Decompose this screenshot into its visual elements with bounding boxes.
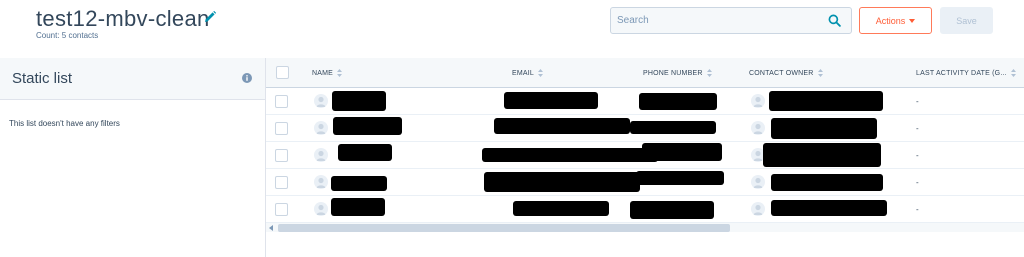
table-row[interactable]: - [266,115,1024,142]
search-icon[interactable] [828,14,841,27]
select-all-checkbox[interactable] [276,66,289,79]
table-row[interactable]: - [266,196,1024,223]
avatar [314,202,328,216]
sort-icon [337,69,343,77]
avatar [314,175,328,189]
last-activity-value: - [916,178,919,187]
row-checkbox[interactable] [275,176,288,189]
table-row[interactable]: - [266,142,1024,169]
owner-avatar [751,202,765,216]
panel-header: Static list [0,58,265,100]
last-activity-value: - [916,97,919,106]
redacted-email [504,92,598,109]
redacted-phone [630,121,716,134]
owner-avatar [751,94,765,108]
redacted-owner [769,91,883,111]
sort-icon [1010,69,1016,77]
no-filters-text: This list doesn't have any filters [9,119,120,128]
row-checkbox[interactable] [275,95,288,108]
actions-button[interactable]: Actions [859,7,932,34]
redacted-email [513,201,609,216]
redacted-email [484,172,640,192]
panel-title: Static list [12,70,73,87]
info-icon[interactable] [242,73,252,83]
pencil-icon[interactable] [203,10,217,24]
redacted-owner [771,118,877,139]
avatar [314,121,328,135]
redacted-name [333,117,402,135]
list-filters-panel: Static list This list doesn't have any f… [0,58,266,257]
contact-count: Count: 5 contacts [36,31,99,40]
scroll-left-arrow-icon[interactable] [269,225,273,231]
row-checkbox[interactable] [275,203,288,216]
redacted-owner [771,200,887,216]
last-activity-value: - [916,151,919,160]
scrollbar-thumb[interactable] [278,224,730,232]
column-header-last-activity[interactable]: LAST ACTIVITY DATE (G... [916,69,1016,77]
owner-avatar [751,121,765,135]
redacted-name [332,91,386,111]
redacted-owner [771,174,883,191]
last-activity-value: - [916,124,919,133]
column-header-name[interactable]: NAME [312,69,343,77]
search-input[interactable] [611,8,821,33]
owner-avatar [751,175,765,189]
redacted-phone [636,171,724,185]
sort-icon [817,69,823,77]
row-checkbox[interactable] [275,149,288,162]
row-checkbox[interactable] [275,122,288,135]
table-header: NAME EMAIL PHONE NUMBER CONTACT OWNER LA… [266,58,1024,88]
last-activity-value: - [916,205,919,214]
redacted-email [494,118,630,134]
redacted-phone [642,143,722,161]
column-header-email[interactable]: EMAIL [512,69,544,77]
actions-label: Actions [875,15,906,26]
save-button[interactable]: Save [940,7,993,34]
horizontal-scrollbar[interactable] [266,222,1024,232]
column-header-phone[interactable]: PHONE NUMBER [643,69,712,77]
redacted-owner [763,143,881,167]
table-row[interactable]: - [266,88,1024,115]
redacted-name [331,198,385,216]
search-box [610,7,852,34]
column-header-owner[interactable]: CONTACT OWNER [749,69,823,77]
avatar [314,148,328,162]
redacted-phone [630,201,714,219]
sort-icon [706,69,712,77]
redacted-email [482,148,658,162]
table-row[interactable]: - [266,169,1024,196]
page-title: test12-mbv-clean [36,6,210,31]
sort-icon [538,69,544,77]
redacted-name [338,144,392,161]
caret-down-icon [909,19,916,23]
avatar [314,94,328,108]
redacted-name [331,176,387,191]
redacted-phone [639,93,717,110]
